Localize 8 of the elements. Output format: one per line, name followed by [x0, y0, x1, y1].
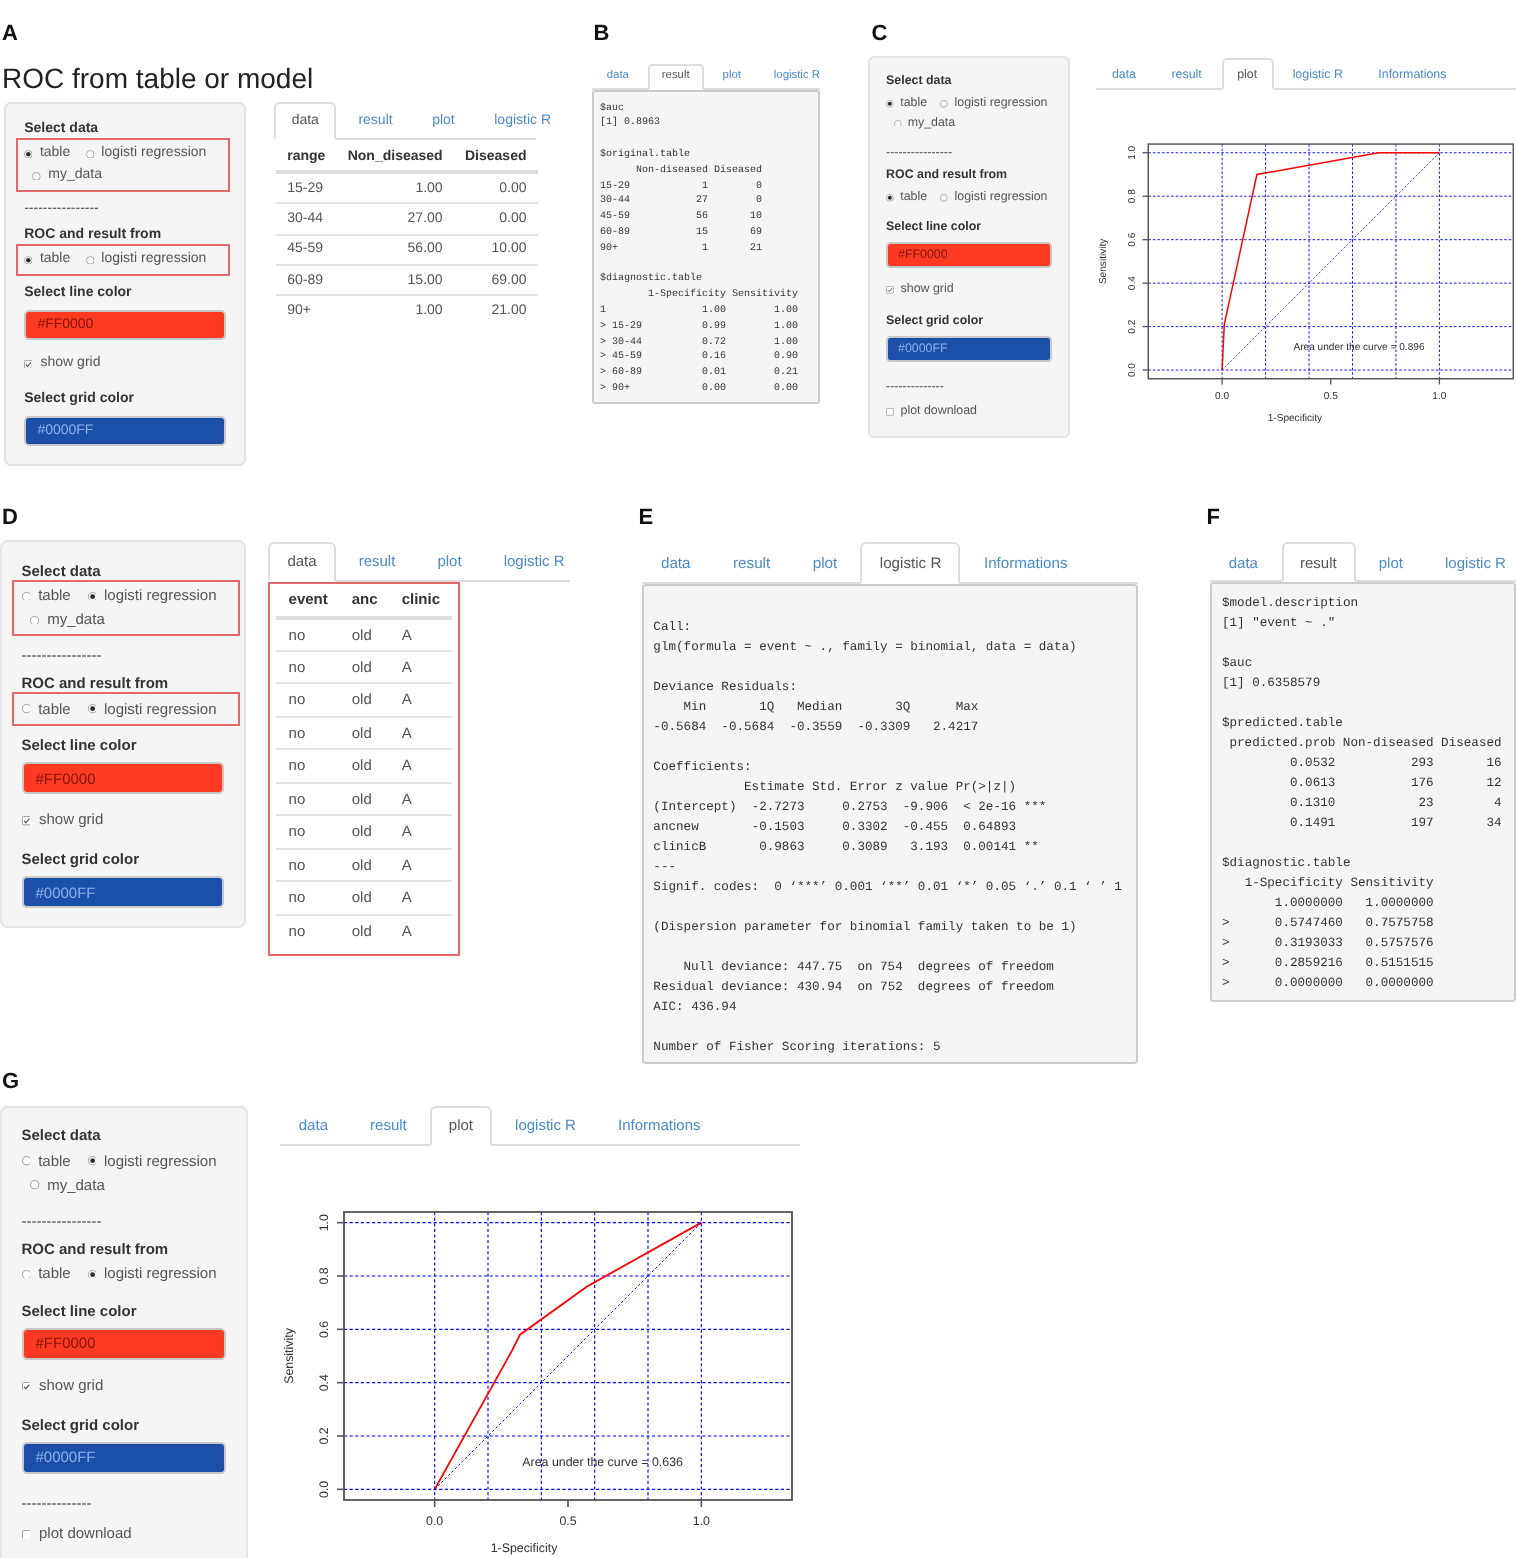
panel-letter: F [1206, 505, 1221, 530]
panel-letter: B [593, 21, 610, 46]
panel-letter: G [2, 1069, 20, 1094]
app-title: ROC from table or model [2, 61, 314, 94]
panel-letter: E [638, 505, 654, 530]
panel-letter: C [871, 21, 888, 46]
panel-letter: D [2, 505, 18, 530]
panel-letter: A [2, 22, 18, 47]
